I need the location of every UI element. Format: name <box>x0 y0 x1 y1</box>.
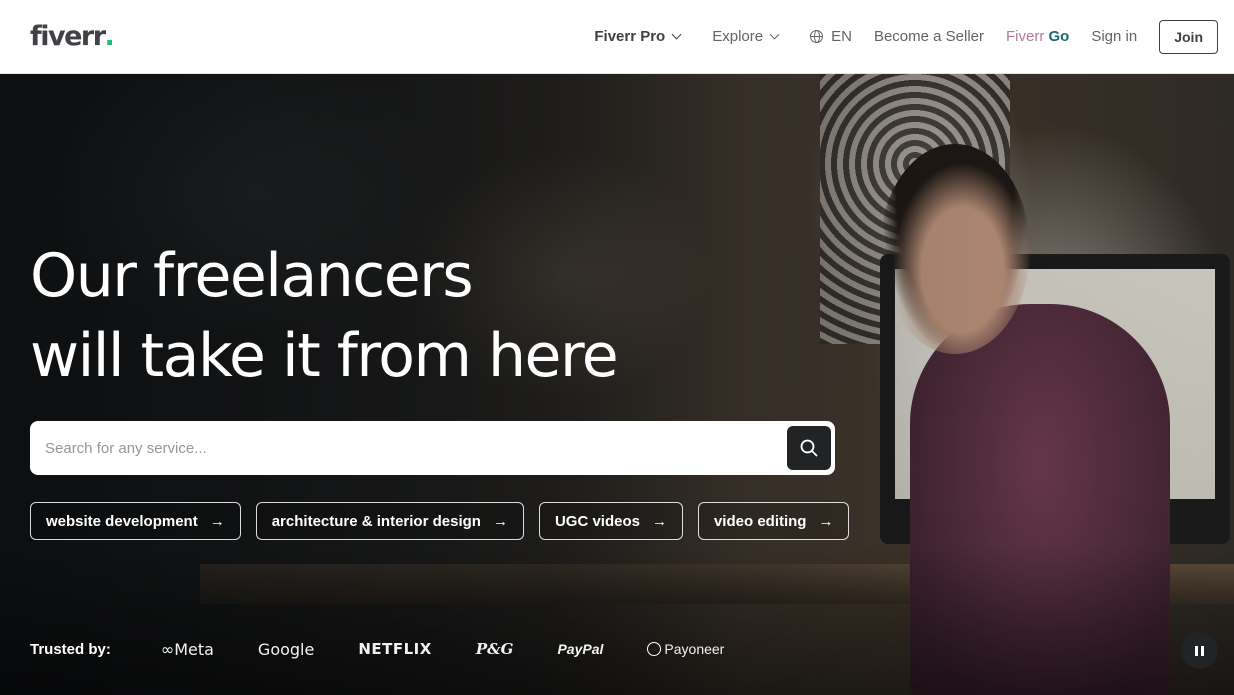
trusted-by-bar: Trusted by: ∞Meta Google NETFLIX P&G Pay… <box>30 634 768 664</box>
chip-website-development[interactable]: website development → <box>30 502 241 540</box>
nav-sign-in-label: Sign in <box>1091 28 1138 45</box>
logo-text: fiverr <box>30 21 106 52</box>
nav-fiverr-pro-label: Fiverr Pro <box>594 28 666 45</box>
chip-label: video editing <box>713 512 807 530</box>
pause-video-button[interactable] <box>1181 632 1218 669</box>
popular-searches: website development → architecture & int… <box>30 502 850 540</box>
chevron-down-icon <box>769 29 780 39</box>
chip-ugc-videos[interactable]: UGC videos → <box>538 502 683 540</box>
brand-netflix: NETFLIX <box>358 640 432 658</box>
brand-pg: P&G <box>475 640 514 658</box>
search-icon <box>800 439 818 457</box>
nav-language[interactable]: EN <box>810 28 852 45</box>
brand-payoneer: Payoneer <box>647 641 724 657</box>
nav-become-seller[interactable]: Become a Seller <box>874 28 984 45</box>
brand-google: Google <box>257 639 315 659</box>
fiverr-go-label-a: Fiverr <box>1006 28 1045 45</box>
chip-label: website development <box>46 512 198 530</box>
chip-video-editing[interactable]: video editing → <box>697 502 850 540</box>
hero-headline: Our freelancers will take it from here <box>30 236 619 396</box>
trusted-by-label: Trusted by: <box>30 640 111 658</box>
search-input[interactable] <box>45 439 787 457</box>
nav-sign-in[interactable]: Sign in <box>1091 28 1137 45</box>
hero-headline-line1: Our freelancers <box>30 241 474 311</box>
join-button[interactable]: Join <box>1159 19 1218 54</box>
chip-architecture-interior-design[interactable]: architecture & interior design → <box>255 502 524 540</box>
arrow-right-icon: → <box>209 512 225 530</box>
chip-label: UGC videos <box>554 512 640 530</box>
hero-bottom-shade <box>0 545 1234 695</box>
globe-icon <box>810 30 824 43</box>
arrow-right-icon: → <box>818 512 834 530</box>
meta-logo-icon: ∞ <box>160 639 175 659</box>
hero-headline-line2: will take it from here <box>30 321 619 391</box>
fiverr-logo[interactable]: fiverr. <box>30 21 115 52</box>
brand-meta: ∞Meta <box>161 640 214 659</box>
arrow-right-icon: → <box>492 512 508 530</box>
brand-paypal: PayPal <box>557 641 604 657</box>
fiverr-go-label-b: Go <box>1048 28 1070 45</box>
pause-icon <box>1195 645 1198 656</box>
chevron-down-icon <box>671 29 682 39</box>
brand-payoneer-label: Payoneer <box>664 641 725 657</box>
search-button[interactable] <box>787 426 831 470</box>
nav-explore-label: Explore <box>712 28 764 45</box>
arrow-right-icon: → <box>651 512 667 530</box>
nav-fiverr-pro[interactable]: Fiverr Pro <box>594 28 682 45</box>
brand-meta-label: Meta <box>174 639 214 659</box>
hero-section: Our freelancers will take it from here w… <box>0 74 1234 695</box>
search-bar <box>30 421 835 475</box>
logo-dot: . <box>104 21 115 52</box>
nav-explore[interactable]: Explore <box>712 28 780 45</box>
payoneer-ring-icon <box>647 642 662 656</box>
top-header: fiverr. Fiverr Pro Explore EN Become a S… <box>0 0 1234 74</box>
nav-fiverr-go[interactable]: Fiverr Go <box>1006 28 1069 45</box>
chip-label: architecture & interior design <box>271 512 481 530</box>
pause-icon <box>1201 645 1204 656</box>
nav-become-seller-label: Become a Seller <box>873 28 984 45</box>
nav-language-label: EN <box>831 28 852 45</box>
main-nav: Fiverr Pro Explore EN Become a Seller Fi… <box>594 0 1218 73</box>
